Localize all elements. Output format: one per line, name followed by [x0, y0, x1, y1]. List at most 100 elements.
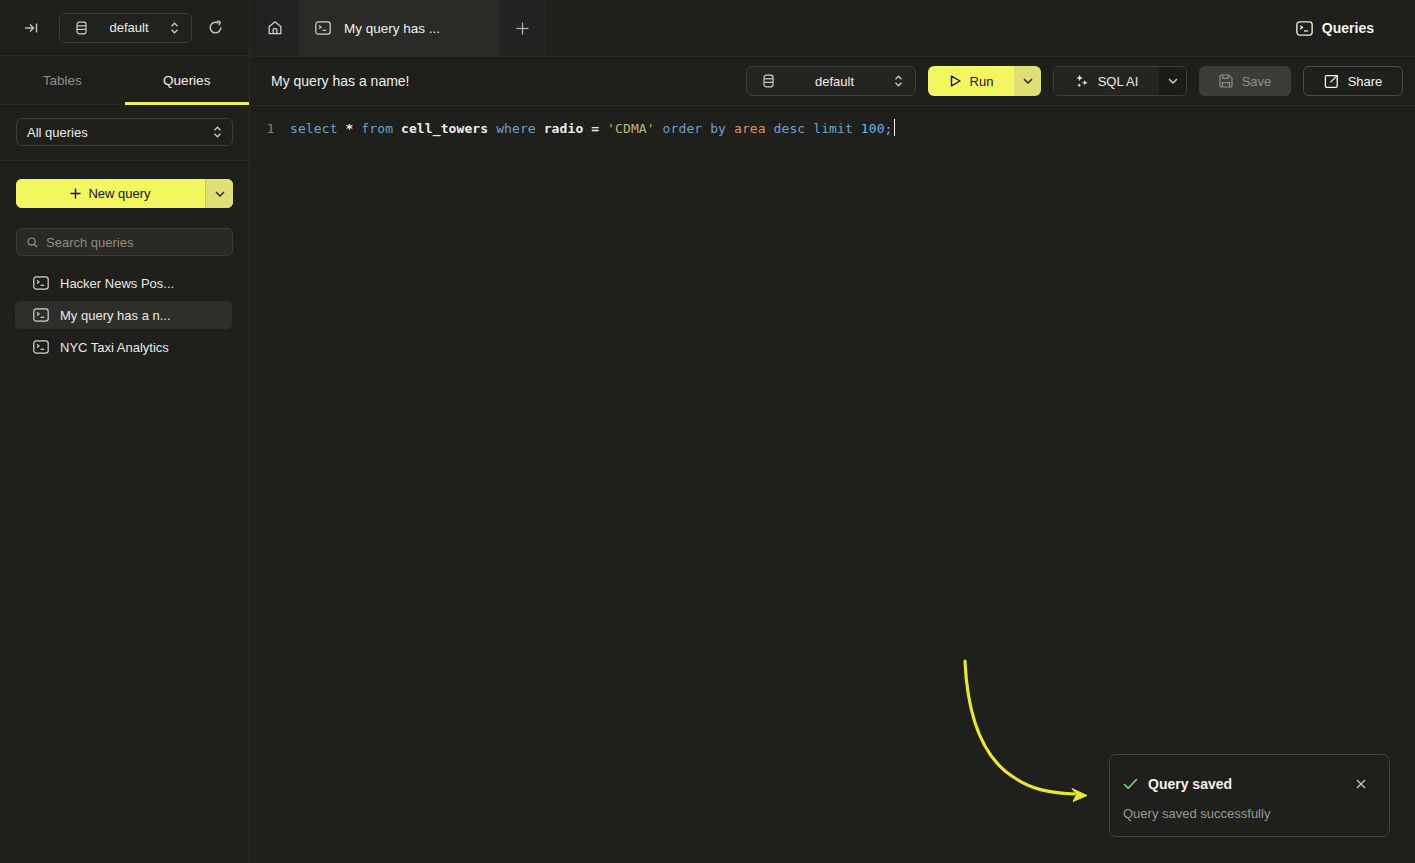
new-query-label: New query	[88, 186, 150, 201]
run-button-label: Run	[970, 74, 994, 89]
refresh-button[interactable]	[208, 20, 223, 35]
sql-token-ident: radio	[544, 121, 592, 136]
sql-token-op: =	[591, 121, 607, 136]
sql-ai-button[interactable]: SQL AI	[1054, 67, 1159, 95]
tab-queries-label: Queries	[163, 73, 210, 88]
line-number: 1	[251, 119, 290, 138]
sql-token-string: 'CDMA'	[607, 121, 663, 136]
close-icon	[1356, 779, 1366, 789]
run-button[interactable]: Run	[928, 66, 1014, 96]
sql-token-orange: area	[734, 121, 774, 136]
database-icon	[75, 21, 88, 35]
run-split-button: Run	[928, 66, 1041, 96]
toast-close-button[interactable]	[1356, 779, 1366, 789]
main-area: My query has ... Queries My query has a …	[251, 0, 1415, 863]
save-button-label: Save	[1242, 74, 1272, 89]
sql-token-keyword: from	[361, 121, 401, 136]
queries-header: Queries	[1296, 0, 1415, 56]
queries-icon	[1296, 21, 1313, 36]
toast-message: Query saved successfully	[1123, 806, 1375, 821]
new-tab-button[interactable]	[499, 0, 546, 56]
sparkles-icon	[1075, 74, 1089, 88]
sql-ai-split-button: SQL AI	[1053, 66, 1187, 96]
toolbar-database-selector[interactable]: default	[746, 66, 916, 96]
database-selector[interactable]: default	[59, 13, 192, 43]
sidebar: default Tables Queries	[0, 0, 250, 863]
query-icon	[315, 21, 331, 35]
sql-token-ident: cell_towers	[401, 121, 496, 136]
query-list-item[interactable]: NYC Taxi Analytics	[15, 333, 232, 361]
database-icon	[762, 74, 775, 88]
code-line: select * from cell_towers where radio = …	[290, 119, 895, 138]
new-query-section: New query	[0, 161, 249, 208]
tab-strip: My query has ... Queries	[251, 0, 1415, 57]
sql-token-number: 100	[861, 121, 885, 136]
query-icon	[33, 340, 49, 354]
chevron-down-icon	[1023, 78, 1033, 84]
query-list-item-selected[interactable]: My query has a n...	[15, 301, 232, 329]
unfold-icon	[213, 126, 222, 138]
sql-token-op: *	[346, 121, 362, 136]
active-query-tab-label: My query has ...	[344, 21, 440, 36]
sql-token-punct: ;	[885, 121, 893, 136]
search-icon	[27, 236, 38, 249]
query-toolbar: My query has a name! default	[251, 57, 1415, 106]
new-query-dropdown-button[interactable]	[205, 179, 233, 208]
sql-token-keyword: where	[496, 121, 544, 136]
save-icon	[1219, 74, 1233, 88]
text-cursor	[894, 119, 896, 136]
chevron-down-icon	[215, 191, 225, 197]
collapse-sidebar-icon	[24, 21, 39, 35]
new-query-button[interactable]: New query	[16, 179, 205, 208]
query-icon	[33, 308, 49, 322]
sql-ai-options-button[interactable]	[1159, 67, 1186, 95]
share-icon	[1324, 74, 1339, 89]
sql-token-keyword: desc	[774, 121, 814, 136]
plus-icon	[70, 188, 81, 199]
toast-header: Query saved	[1123, 776, 1375, 792]
tab-strip-spacer	[546, 0, 1296, 56]
sql-token-keyword: order by	[663, 121, 734, 136]
check-icon	[1123, 778, 1138, 790]
home-tab-button[interactable]	[251, 0, 299, 56]
collapse-sidebar-button[interactable]	[24, 21, 39, 35]
toolbar-database-value: default	[783, 74, 886, 89]
query-list-item-label: My query has a n...	[60, 308, 171, 323]
code-line-tokens: select * from cell_towers where radio = …	[290, 121, 893, 136]
run-options-button[interactable]	[1014, 66, 1041, 96]
sql-ai-button-label: SQL AI	[1098, 74, 1139, 89]
query-list-item-label: Hacker News Pos...	[60, 276, 174, 291]
query-filter-section: All queries	[0, 105, 249, 161]
toast-query-saved: Query saved Query saved successfully	[1109, 754, 1390, 837]
query-filter-value: All queries	[27, 125, 205, 140]
query-title: My query has a name!	[271, 73, 734, 89]
code-row: 1 select * from cell_towers where radio …	[251, 119, 1415, 138]
search-box	[16, 228, 233, 256]
search-section	[0, 208, 249, 256]
unfold-icon	[894, 75, 903, 87]
share-button[interactable]: Share	[1303, 66, 1403, 96]
queries-header-label: Queries	[1322, 20, 1374, 36]
tab-tables-label: Tables	[43, 73, 82, 88]
share-button-label: Share	[1348, 74, 1383, 89]
save-button[interactable]: Save	[1199, 66, 1291, 96]
app-root: default Tables Queries	[0, 0, 1415, 863]
query-filter-dropdown[interactable]: All queries	[16, 118, 233, 146]
sidebar-tab-queries[interactable]: Queries	[125, 56, 250, 104]
sql-token-keyword: select	[290, 121, 346, 136]
refresh-icon	[208, 20, 223, 35]
sql-editor[interactable]: 1 select * from cell_towers where radio …	[251, 106, 1415, 138]
toast-title: Query saved	[1148, 776, 1346, 792]
chevron-down-icon	[1168, 78, 1178, 84]
unfold-icon	[170, 22, 179, 34]
query-list-item[interactable]: Hacker News Pos...	[15, 269, 232, 297]
play-icon	[949, 74, 962, 88]
new-query-split-button: New query	[16, 179, 233, 208]
sidebar-tab-tables[interactable]: Tables	[0, 56, 125, 104]
sidebar-header: default	[0, 0, 249, 56]
sql-token-keyword: limit	[813, 121, 861, 136]
search-input[interactable]	[46, 235, 222, 250]
home-icon	[267, 20, 283, 36]
sidebar-tabs: Tables Queries	[0, 56, 249, 105]
active-query-tab[interactable]: My query has ...	[299, 0, 499, 56]
